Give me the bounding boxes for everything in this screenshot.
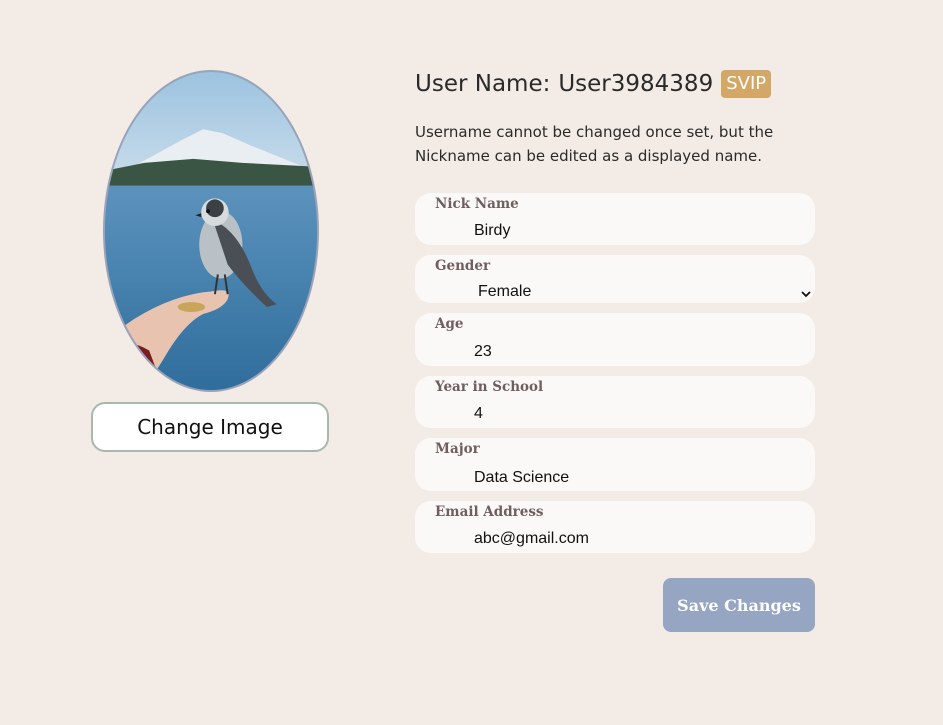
email-field[interactable]: Email Address abc@gmail.com <box>415 501 815 553</box>
gender-select[interactable]: Gender Female <box>415 255 815 303</box>
user-name-value: User3984389 <box>558 71 714 97</box>
save-changes-button[interactable]: Save Changes <box>663 578 815 632</box>
age-input[interactable]: 23 <box>474 343 492 361</box>
username-description: Username cannot be changed once set, but… <box>415 123 774 165</box>
major-label: Major <box>435 441 480 457</box>
age-label: Age <box>435 316 464 332</box>
email-input[interactable]: abc@gmail.com <box>474 530 589 548</box>
year-in-school-label: Year in School <box>435 379 544 395</box>
change-image-button[interactable]: Change Image <box>91 402 329 452</box>
bird-photo <box>105 72 317 390</box>
nickname-label: Nick Name <box>435 196 519 212</box>
user-name-heading: User Name: User3984389 SVIP <box>415 70 772 98</box>
year-in-school-field[interactable]: Year in School 4 <box>415 376 815 428</box>
email-label: Email Address <box>435 504 544 520</box>
gender-label: Gender <box>435 258 491 274</box>
major-input[interactable]: Data Science <box>474 469 569 487</box>
age-field[interactable]: Age 23 <box>415 313 815 366</box>
user-name-label: User Name: <box>415 71 551 97</box>
chevron-down-icon[interactable] <box>801 289 811 299</box>
major-field[interactable]: Major Data Science <box>415 438 815 491</box>
year-in-school-input[interactable]: 4 <box>474 405 483 423</box>
svip-badge: SVIP <box>721 70 772 98</box>
nickname-field[interactable]: Nick Name Birdy <box>415 193 815 245</box>
nickname-input[interactable]: Birdy <box>474 222 510 240</box>
gender-value[interactable]: Female <box>478 283 531 301</box>
profile-avatar <box>103 70 319 392</box>
